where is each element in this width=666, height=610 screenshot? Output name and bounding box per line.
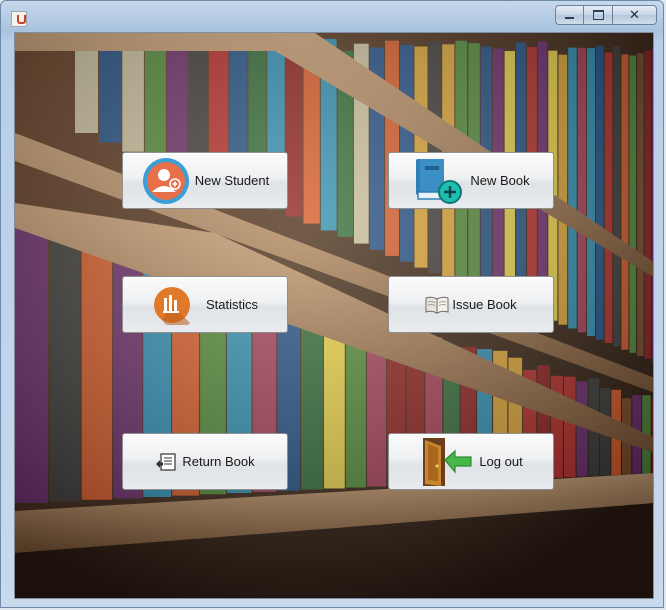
statistics-label: Statistics bbox=[205, 297, 258, 312]
statistics-icon bbox=[153, 286, 190, 325]
title-bar[interactable]: ✕ bbox=[1, 1, 663, 31]
bookshelf-background-image bbox=[15, 33, 653, 598]
maximize-button[interactable] bbox=[584, 5, 613, 25]
java-app-icon bbox=[11, 11, 27, 27]
close-icon: ✕ bbox=[629, 7, 640, 23]
minimize-icon bbox=[565, 17, 574, 19]
statistics-button[interactable]: Statistics bbox=[122, 276, 288, 333]
window-controls: ✕ bbox=[555, 5, 657, 25]
maximize-icon bbox=[592, 10, 604, 20]
new-book-button[interactable]: New Book bbox=[388, 152, 554, 209]
issue-book-button[interactable]: Issue Book bbox=[388, 276, 554, 333]
main-window: ✕ New Student New Book Statistics Issue … bbox=[0, 0, 664, 608]
dashboard-panel: New Student New Book Statistics Issue Bo… bbox=[14, 32, 654, 599]
issue-book-label: Issue Book bbox=[452, 297, 517, 312]
return-book-button[interactable]: Return Book bbox=[122, 433, 288, 490]
new-book-label: New Book bbox=[470, 173, 530, 188]
open-book-icon bbox=[425, 296, 449, 314]
return-book-icon bbox=[156, 452, 176, 471]
logout-door-icon bbox=[423, 437, 472, 486]
new-student-label: New Student bbox=[194, 173, 270, 188]
log-out-button[interactable]: Log out bbox=[388, 433, 554, 490]
new-student-button[interactable]: New Student bbox=[122, 152, 288, 209]
log-out-label: Log out bbox=[479, 454, 523, 469]
return-book-label: Return Book bbox=[182, 454, 255, 469]
close-button[interactable]: ✕ bbox=[613, 5, 657, 25]
minimize-button[interactable] bbox=[555, 5, 584, 25]
book-add-icon bbox=[416, 158, 463, 204]
student-add-icon bbox=[142, 157, 189, 204]
